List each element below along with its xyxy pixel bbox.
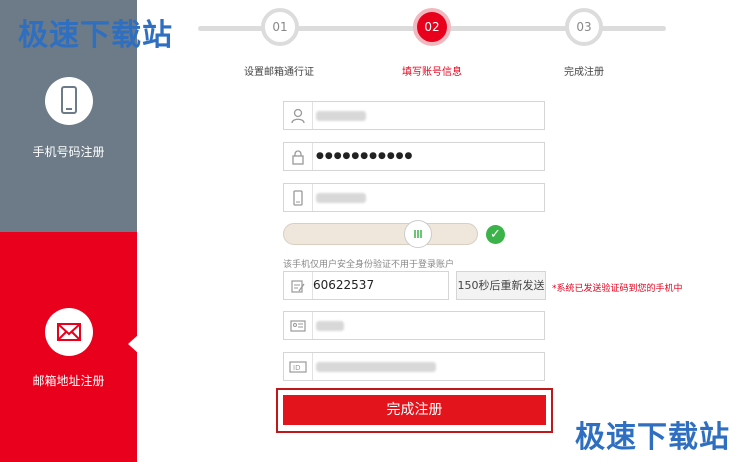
slide-verify-handle[interactable]	[404, 220, 432, 248]
user-icon	[284, 102, 313, 129]
code-sent-notice: *系统已发送验证码到您的手机中	[552, 284, 683, 294]
step-3-label: 完成注册	[564, 67, 604, 78]
watermark-bottom: 极速下载站	[575, 420, 730, 455]
active-section-pointer	[128, 335, 138, 353]
step-2-label: 填写账号信息	[402, 67, 462, 78]
resend-code-button[interactable]: 150秒后重新发送	[456, 271, 546, 300]
sms-code-icon	[284, 272, 313, 299]
name-card-icon	[284, 312, 313, 339]
step-1-label: 设置邮箱通行证	[244, 67, 314, 78]
sms-code-value: 60622537	[313, 278, 375, 292]
name-value-blurred	[316, 321, 344, 331]
real-name-field[interactable]	[283, 311, 545, 340]
username-value-blurred	[316, 111, 366, 121]
email-option-icon	[45, 308, 93, 356]
id-value-blurred	[316, 362, 436, 372]
phone-field[interactable]	[283, 183, 545, 212]
lock-icon	[284, 143, 313, 170]
phone-hint: 该手机仅用户安全身份验证不用于登录账户	[283, 260, 455, 270]
phone-value-blurred	[316, 193, 366, 203]
step-2-circle: 02	[413, 8, 451, 46]
step-3-circle: 03	[565, 8, 603, 46]
sidebar-phone-label[interactable]: 手机号码注册	[0, 143, 137, 160]
id-card-icon: ID	[284, 353, 313, 380]
envelope-icon	[57, 323, 81, 341]
password-field[interactable]: ●●●●●●●●●●●	[283, 142, 545, 171]
submit-highlight-box: 完成注册	[276, 388, 553, 433]
complete-registration-button[interactable]: 完成注册	[283, 395, 546, 425]
sms-code-field[interactable]: 60622537	[283, 271, 449, 300]
svg-text:ID: ID	[293, 364, 300, 372]
verified-check-icon: ✓	[486, 225, 505, 244]
mobile-phone-icon	[61, 86, 77, 114]
id-number-field[interactable]: ID	[283, 352, 545, 381]
username-field[interactable]	[283, 101, 545, 130]
step-1-circle: 01	[261, 8, 299, 46]
slide-verify-track[interactable]	[283, 223, 478, 245]
phone-field-icon	[284, 184, 313, 211]
password-value: ●●●●●●●●●●●	[316, 151, 414, 161]
watermark-top: 极速下载站	[18, 18, 173, 53]
sidebar-email-label[interactable]: 邮箱地址注册	[0, 372, 137, 389]
phone-option-icon	[45, 77, 93, 125]
